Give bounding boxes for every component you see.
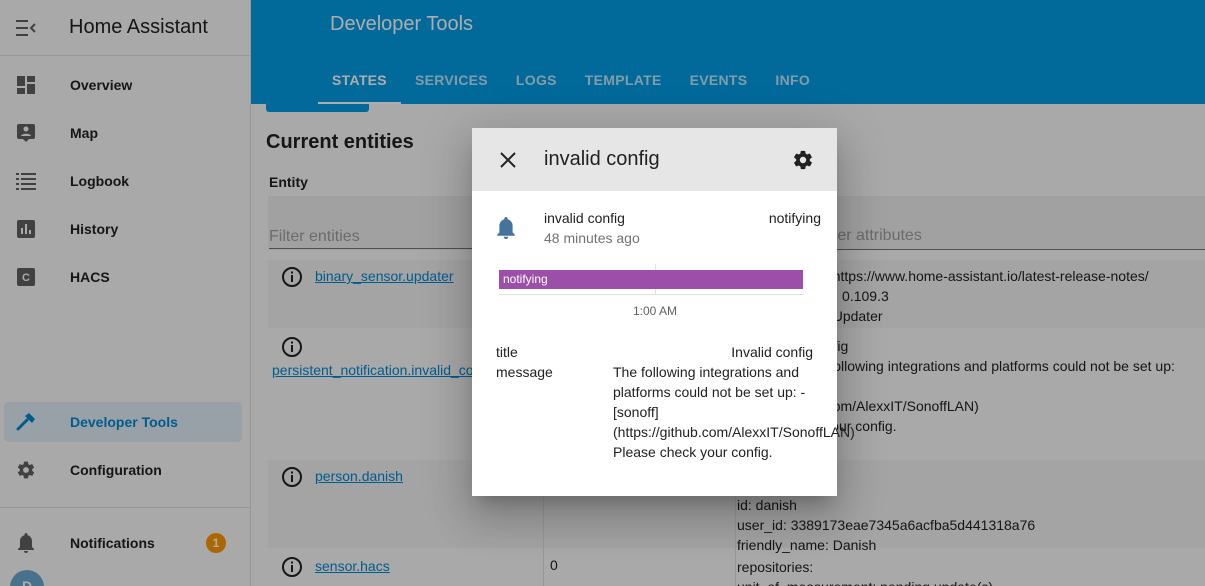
attribute-value: Invalid config bbox=[731, 344, 813, 360]
timeline-time-label: 1:00 AM bbox=[633, 304, 678, 318]
close-dialog-button[interactable] bbox=[494, 146, 522, 174]
history-timeline: notifying 1:00 AM bbox=[499, 264, 804, 320]
timeline-axis bbox=[499, 294, 804, 295]
attribute-key: message bbox=[496, 364, 553, 380]
close-icon bbox=[500, 152, 516, 168]
attribute-value: The following integrations and platforms… bbox=[613, 364, 855, 460]
timeline-bar[interactable]: notifying bbox=[499, 270, 803, 289]
attribute-key: title bbox=[496, 344, 518, 360]
entity-state: notifying bbox=[768, 210, 821, 226]
more-info-dialog: invalid config invalid config 48 minutes… bbox=[472, 128, 855, 496]
last-changed: 48 minutes ago bbox=[544, 230, 640, 246]
bell-icon bbox=[497, 217, 515, 239]
entity-state-row: invalid config 48 minutes ago notifying bbox=[472, 191, 837, 255]
dialog-header: invalid config bbox=[472, 128, 837, 191]
dialog-title: invalid config bbox=[544, 148, 660, 170]
gear-icon bbox=[794, 150, 812, 170]
entity-settings-button[interactable] bbox=[789, 146, 817, 174]
entity-name: invalid config bbox=[544, 210, 625, 226]
